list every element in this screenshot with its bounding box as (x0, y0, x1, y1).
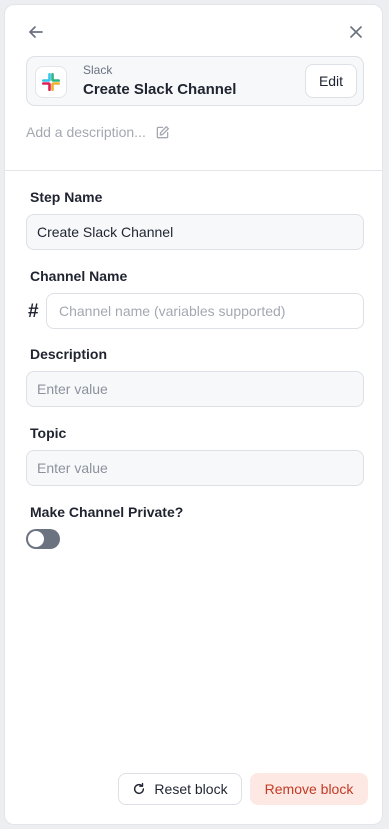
channel-name-label: Channel Name (30, 268, 128, 284)
back-button[interactable] (25, 21, 47, 43)
remove-block-button[interactable]: Remove block (250, 773, 368, 805)
topic-input[interactable]: Enter value (26, 450, 364, 486)
hash-icon: # (28, 301, 39, 322)
refresh-icon (134, 782, 145, 795)
slack-logo-icon (35, 66, 67, 98)
add-description-button[interactable]: Add a description... (26, 124, 170, 140)
channel-name-input[interactable]: Channel name (variables supported) (46, 293, 364, 329)
make-private-label: Make Channel Private? (30, 504, 184, 520)
toggle-knob (28, 531, 44, 547)
description-input[interactable]: Enter value (26, 371, 364, 407)
app-card: Slack Create Slack Channel Edit (26, 56, 364, 106)
app-name: Slack (83, 63, 113, 77)
step-name-label: Step Name (30, 189, 103, 205)
reset-block-button[interactable]: Reset block (118, 773, 242, 805)
remove-block-label: Remove block (264, 781, 354, 797)
close-icon (350, 26, 362, 38)
close-button[interactable] (345, 21, 367, 43)
make-private-toggle[interactable] (26, 529, 60, 549)
step-config-panel: Slack Create Slack Channel Edit Add a de… (4, 4, 383, 825)
arrow-left-icon (29, 26, 43, 38)
reset-block-label: Reset block (154, 781, 228, 797)
step-name-input[interactable]: Create Slack Channel (26, 214, 364, 250)
divider (5, 170, 382, 171)
add-description-placeholder: Add a description... (26, 124, 146, 140)
description-label: Description (30, 346, 108, 362)
topic-label: Topic (30, 425, 67, 441)
step-title: Create Slack Channel (83, 81, 237, 98)
edit-pencil-icon (156, 125, 169, 138)
edit-button[interactable]: Edit (305, 64, 357, 98)
